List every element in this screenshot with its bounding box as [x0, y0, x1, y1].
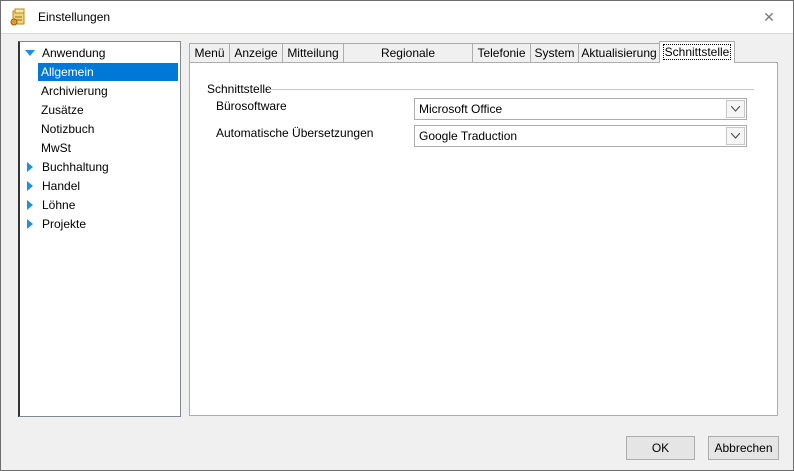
window-title: Einstellungen	[38, 10, 111, 24]
tab-mitteilung[interactable]: Mitteilung	[282, 43, 344, 63]
chevron-down-icon	[731, 106, 740, 112]
collapsed-arrow-icon[interactable]	[27, 219, 33, 229]
tree-item-notizbuch[interactable]: Notizbuch	[38, 120, 97, 138]
tab-menue[interactable]: Menü	[189, 43, 230, 63]
tree-item-anwendung[interactable]: Anwendung	[25, 44, 108, 62]
tab-schnittstelle[interactable]: Schnittstelle	[659, 41, 735, 63]
dropdown-button[interactable]	[726, 127, 745, 145]
select-value: Microsoft Office	[419, 102, 503, 116]
tree-item-buchhaltung[interactable]: Buchhaltung	[27, 158, 112, 176]
select-value: Google Traduction	[419, 129, 518, 143]
collapsed-arrow-icon[interactable]	[27, 162, 33, 172]
tree-item-mwst[interactable]: MwSt	[38, 139, 74, 157]
tab-anzeige[interactable]: Anzeige	[229, 43, 283, 63]
group-title: Schnittstelle	[207, 82, 272, 96]
app-icon	[10, 8, 28, 26]
tab-telefonie[interactable]: Telefonie	[472, 43, 531, 63]
tab-system[interactable]: System	[530, 43, 579, 63]
expand-arrow-icon[interactable]	[25, 50, 35, 56]
cancel-button[interactable]: Abbrechen	[708, 436, 779, 460]
uebersetzungen-label: Automatische Übersetzungen	[216, 126, 374, 140]
chevron-down-icon	[731, 133, 740, 139]
tab-regionale-einstellungen[interactable]: Regionale Einstellungen	[343, 43, 473, 79]
tab-label: Schnittstelle	[662, 44, 732, 60]
tree-item-handel[interactable]: Handel	[27, 177, 83, 195]
bueosoftware-select[interactable]: Microsoft Office	[414, 98, 747, 120]
tab-aktualisierung[interactable]: Aktualisierung	[578, 43, 660, 63]
tree-item-allgemein[interactable]: Allgemein	[38, 63, 178, 81]
collapsed-arrow-icon[interactable]	[27, 200, 33, 210]
tree-item-projekte[interactable]: Projekte	[27, 215, 89, 233]
tree-item-loehne[interactable]: Löhne	[27, 196, 78, 214]
title-bar[interactable]: Einstellungen ✕	[1, 1, 793, 34]
bueosoftware-label: Bürosoftware	[216, 99, 287, 113]
tree-item-zusaetze[interactable]: Zusätze	[38, 101, 87, 119]
close-icon[interactable]: ✕	[761, 10, 777, 24]
collapsed-arrow-icon[interactable]	[27, 181, 33, 191]
group-divider	[269, 89, 754, 90]
ok-button[interactable]: OK	[626, 436, 695, 460]
settings-window: Einstellungen ✕ Anwendung Allgemein Arch…	[0, 0, 794, 471]
uebersetzungen-select[interactable]: Google Traduction	[414, 125, 747, 147]
dropdown-button[interactable]	[726, 100, 745, 118]
tree-item-archivierung[interactable]: Archivierung	[38, 82, 111, 100]
settings-tree[interactable]: Anwendung Allgemein Archivierung Zusätze…	[18, 41, 181, 417]
